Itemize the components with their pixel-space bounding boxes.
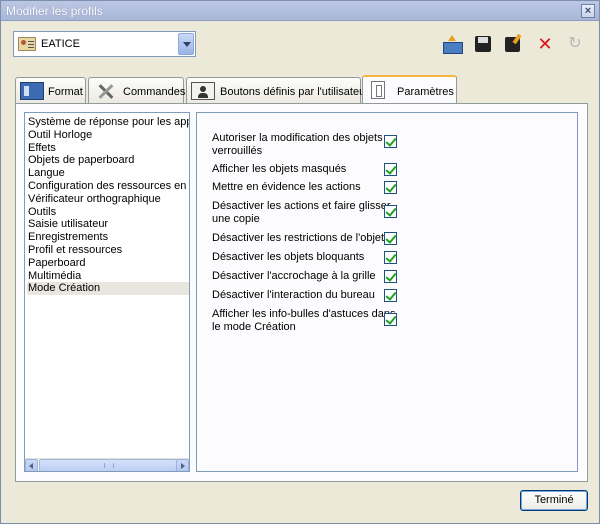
tab-user-buttons-label: Boutons définis par l'utilisateur [220,86,369,98]
settings-panel: Système de réponse pour les apprenOutil … [15,103,588,482]
setting-label: Désactiver les actions et faire glisser … [212,200,391,225]
refresh-icon[interactable]: ↻ [565,34,585,54]
list-item[interactable]: Configuration des ressources en ligne [27,180,189,193]
horizontal-scrollbar[interactable] [25,458,189,471]
list-item[interactable]: Paperboard [27,257,189,270]
scrollbar-thumb[interactable] [39,459,177,471]
tab-format[interactable]: Format [15,77,86,103]
list-item[interactable]: Objets de paperboard [27,154,189,167]
setting-checkbox[interactable] [384,205,397,218]
setting-label: Afficher les info-bulles d'astuces dans … [212,308,396,333]
setting-label: Désactiver les restrictions de l'objet [212,232,385,244]
save-as-icon[interactable] [503,34,523,54]
scroll-left-icon[interactable] [25,459,38,471]
chevron-down-icon[interactable] [178,33,194,55]
list-item[interactable]: Multimédia [27,270,189,283]
list-item[interactable]: Profil et ressources [27,244,189,257]
tab-format-label: Format [48,86,83,98]
tab-commands[interactable]: Commandes [88,77,186,103]
setting-row: Mettre en évidence les actions [212,181,396,194]
profile-dropdown[interactable]: EATICE [13,31,196,57]
setting-row: Afficher les info-bulles d'astuces dans … [212,308,396,333]
settings-options: Autoriser la modification des objets ver… [196,112,578,472]
setting-checkbox[interactable] [384,313,397,326]
setting-checkbox[interactable] [384,270,397,283]
export-icon[interactable] [442,34,463,54]
list-item[interactable]: Vérificateur orthographique [27,193,189,206]
tab-user-buttons[interactable]: Boutons définis par l'utilisateur [186,77,369,103]
list-item[interactable]: Enregistrements [27,231,189,244]
setting-label: Afficher les objets masqués [212,163,347,175]
title-bar: Modifier les profils × [1,1,599,21]
setting-row: Désactiver les objets bloquants [212,251,396,264]
list-item[interactable]: Outils [27,206,189,219]
setting-row: Autoriser la modification des objets ver… [212,132,396,157]
format-icon [20,82,44,100]
user-icon [191,82,215,100]
setting-checkbox[interactable] [384,289,397,302]
profile-dropdown-value: EATICE [41,38,80,50]
list-item[interactable]: Mode Création [27,282,189,296]
setting-label: Désactiver l'interaction du bureau [212,289,375,301]
list-item[interactable]: Langue [27,167,189,180]
setting-label: Désactiver l'accrochage à la grille [212,270,376,282]
category-items: Système de réponse pour les apprenOutil … [27,116,189,296]
category-list[interactable]: Système de réponse pour les apprenOutil … [24,112,190,472]
scroll-right-icon[interactable] [176,459,189,471]
setting-checkbox[interactable] [384,135,397,148]
tab-settings-label: Paramètres [397,86,454,98]
list-item[interactable]: Saisie utilisateur [27,218,189,231]
list-item[interactable]: Outil Horloge [27,129,189,142]
setting-row: Désactiver l'interaction du bureau [212,289,396,302]
close-icon: × [584,5,592,17]
setting-row: Désactiver l'accrochage à la grille [212,270,396,283]
tab-commands-label: Commandes [123,86,186,98]
tools-icon [93,82,117,100]
setting-row: Désactiver les actions et faire glisser … [212,200,396,225]
profile-editor-window: Modifier les profils × EATICE ✕ ↻ Format… [0,0,600,524]
done-button[interactable]: Terminé [520,490,588,511]
setting-row: Afficher les objets masqués [212,163,396,176]
list-item[interactable]: Système de réponse pour les appren [27,116,189,129]
close-button[interactable]: × [581,4,595,18]
setting-label: Désactiver les objets bloquants [212,251,365,263]
settings-icon [371,81,385,99]
setting-checkbox[interactable] [384,163,397,176]
setting-checkbox[interactable] [384,232,397,245]
list-item[interactable]: Effets [27,142,189,155]
setting-checkbox[interactable] [384,181,397,194]
setting-label: Mettre en évidence les actions [212,181,361,193]
delete-icon[interactable]: ✕ [535,34,555,54]
profile-card-icon [18,37,36,51]
window-title: Modifier les profils [6,4,103,18]
setting-label: Autoriser la modification des objets ver… [212,132,383,157]
tab-settings[interactable]: Paramètres [362,75,457,104]
setting-checkbox[interactable] [384,251,397,264]
setting-row: Désactiver les restrictions de l'objet [212,232,396,245]
save-icon[interactable] [473,34,493,54]
